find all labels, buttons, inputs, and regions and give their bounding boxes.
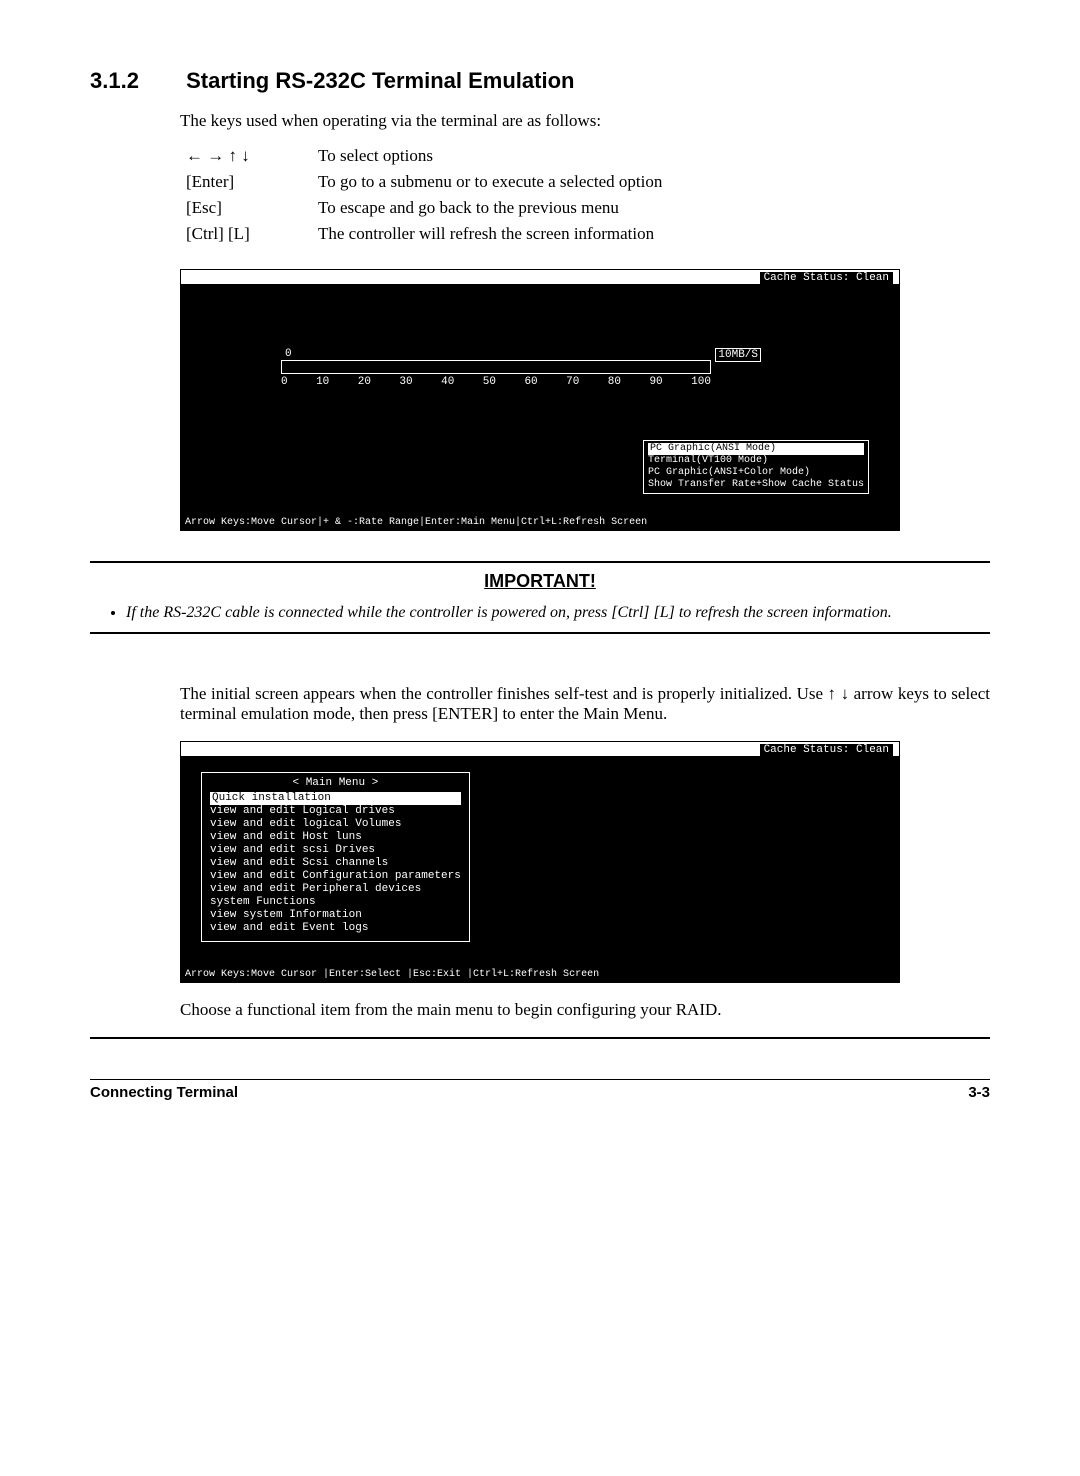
- important-note-list: If the RS-232C cable is connected while …: [108, 604, 990, 622]
- main-menu-box: < Main Menu > Quick installation view an…: [201, 772, 470, 942]
- mode-menu: PC Graphic(ANSI Mode) Terminal(VT100 Mod…: [643, 440, 869, 494]
- tick: 30: [399, 376, 412, 388]
- tick: 100: [691, 376, 711, 388]
- section-heading: 3.1.2 Starting RS-232C Terminal Emulatio…: [90, 68, 990, 94]
- mode-item: PC Graphic(ANSI+Color Mode): [648, 467, 864, 479]
- menu-item: view and edit Host luns: [210, 831, 461, 844]
- tick: 20: [358, 376, 371, 388]
- tick: 60: [524, 376, 537, 388]
- key-cell: ← → ↑ ↓: [180, 143, 312, 169]
- footer-rule: [90, 1037, 990, 1039]
- menu-title: < Main Menu >: [210, 777, 461, 790]
- table-row: ← → ↑ ↓To select options: [180, 143, 668, 169]
- gauge-ticks: 0 10 20 30 40 50 60 70 80 90 100: [281, 376, 711, 388]
- cache-status-label: Cache Status: Clean: [760, 272, 893, 284]
- cache-status-label: Cache Status: Clean: [760, 744, 893, 756]
- desc-cell: To go to a submenu or to execute a selec…: [312, 169, 668, 195]
- terminal-screenshot-2: Cache Status: Clean < Main Menu > Quick …: [180, 741, 900, 983]
- menu-item: view and edit scsi Drives: [210, 844, 461, 857]
- key-table: ← → ↑ ↓To select options [Enter]To go to…: [180, 143, 668, 247]
- desc-cell: To escape and go back to the previous me…: [312, 195, 668, 221]
- transfer-gauge: 0 10MB/S 0 10 20 30 40 50 60 70 80 90 10…: [281, 360, 711, 388]
- intro-text: The keys used when operating via the ter…: [180, 111, 990, 131]
- key-cell: [Enter]: [180, 169, 312, 195]
- divider: [90, 561, 990, 563]
- menu-item: view and edit Scsi channels: [210, 857, 461, 870]
- footer-right: 3-3: [968, 1084, 990, 1101]
- mode-item: Show Transfer Rate+Show Cache Status: [648, 479, 864, 491]
- important-heading: IMPORTANT!: [90, 571, 990, 592]
- table-row: [Ctrl] [L]The controller will refresh th…: [180, 221, 668, 247]
- terminal-footer: Arrow Keys:Move Cursor|+ & -:Rate Range|…: [185, 517, 647, 528]
- tick: 90: [649, 376, 662, 388]
- page-footer: Connecting Terminal 3-3: [90, 1079, 990, 1101]
- menu-item: view system Information: [210, 909, 461, 922]
- section-number: 3.1.2: [90, 68, 180, 94]
- important-note: If the RS-232C cable is connected while …: [126, 604, 990, 622]
- menu-item: view and edit logical Volumes: [210, 818, 461, 831]
- tick: 50: [483, 376, 496, 388]
- section-title: Starting RS-232C Terminal Emulation: [186, 68, 574, 93]
- desc-cell: The controller will refresh the screen i…: [312, 221, 668, 247]
- mode-item: Terminal(VT100 Mode): [648, 455, 864, 467]
- gauge-zero: 0: [285, 348, 292, 360]
- menu-item: system Functions: [210, 896, 461, 909]
- terminal-screenshot-1: Cache Status: Clean 0 10MB/S 0 10 20 30 …: [180, 269, 900, 531]
- desc-cell: To select options: [312, 143, 668, 169]
- tick: 80: [608, 376, 621, 388]
- menu-item-selected: Quick installation: [210, 792, 461, 805]
- menu-item: view and edit Logical drives: [210, 805, 461, 818]
- menu-item: view and edit Peripheral devices: [210, 883, 461, 896]
- body-paragraph: Choose a functional item from the main m…: [180, 1000, 990, 1020]
- mode-item-selected: PC Graphic(ANSI Mode): [648, 443, 864, 455]
- key-cell: [Esc]: [180, 195, 312, 221]
- body-paragraph: The initial screen appears when the cont…: [180, 684, 990, 724]
- table-row: [Esc]To escape and go back to the previo…: [180, 195, 668, 221]
- tick: 0: [281, 376, 288, 388]
- tick: 70: [566, 376, 579, 388]
- menu-item: view and edit Configuration parameters: [210, 870, 461, 883]
- footer-left: Connecting Terminal: [90, 1084, 238, 1101]
- terminal-footer: Arrow Keys:Move Cursor |Enter:Select |Es…: [185, 969, 599, 980]
- gauge-rate: 10MB/S: [715, 348, 761, 362]
- divider: [90, 632, 990, 634]
- menu-item: view and edit Event logs: [210, 922, 461, 935]
- key-cell: [Ctrl] [L]: [180, 221, 312, 247]
- gauge-bar: [281, 360, 711, 374]
- tick: 40: [441, 376, 454, 388]
- tick: 10: [316, 376, 329, 388]
- table-row: [Enter]To go to a submenu or to execute …: [180, 169, 668, 195]
